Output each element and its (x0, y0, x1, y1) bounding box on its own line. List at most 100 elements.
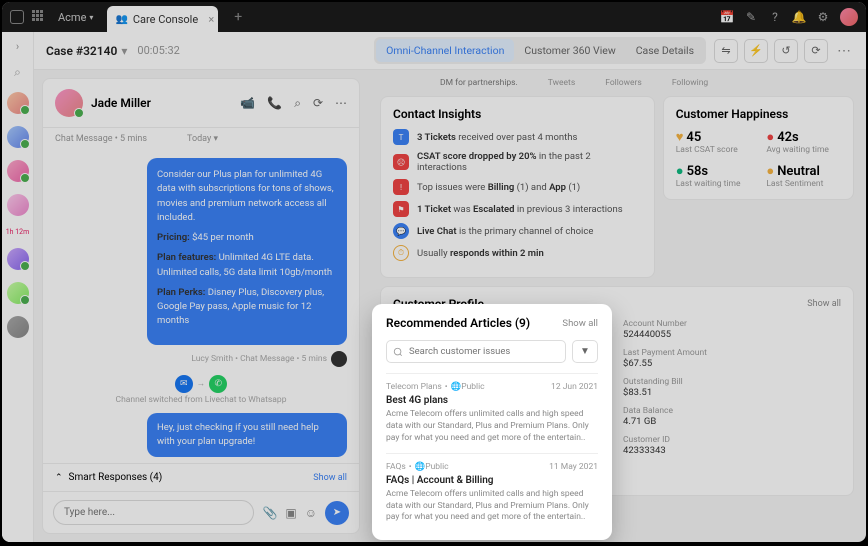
neutral-icon: ● (766, 163, 774, 179)
insight-channel: Live Chat is the primary channel of choi… (417, 226, 593, 237)
more-actions-icon[interactable]: ⋯ (834, 39, 854, 63)
article-icon[interactable]: ▣ (285, 506, 296, 520)
public-icon: 🌐 (451, 382, 462, 392)
expand-rail-icon[interactable]: › (16, 40, 19, 53)
issues-icon: ! (393, 179, 409, 195)
search-icon[interactable]: ⌕ (14, 65, 21, 80)
left-rail: › ⌕ 1h 12m (2, 32, 34, 542)
insight-issues: Top issues were Billing (1) and App (1) (417, 182, 580, 193)
rail-contact-7[interactable] (7, 316, 29, 338)
case-header: Case #32140 ▾ 00:05:32 Omni-Channel Inte… (34, 32, 866, 70)
new-tab-button[interactable]: + (234, 9, 242, 25)
case-timer: 00:05:32 (137, 44, 179, 57)
apps-grid-icon[interactable] (32, 10, 46, 24)
tab-people-icon: 👥 (115, 14, 127, 25)
emoji-icon[interactable]: ☺ (305, 506, 317, 520)
action-wand-icon[interactable]: ⚡ (744, 39, 768, 63)
agent-message-1: Consider our Plus plan for unlimited 4G … (147, 158, 347, 345)
attach-icon[interactable]: 📎 (262, 506, 277, 520)
recommended-articles-modal: Recommended Articles (9) Show all ▼ Tele… (372, 304, 612, 540)
modal-title: Recommended Articles (9) (386, 316, 530, 330)
tab-omni[interactable]: Omni-Channel Interaction (376, 39, 514, 62)
rail-contact-3[interactable] (7, 160, 29, 182)
app-launcher-icon[interactable] (10, 10, 24, 24)
action-transfer-icon[interactable]: ↺ (774, 39, 798, 63)
livechat-icon: 💬 (393, 223, 409, 239)
agent-avatar-small (331, 351, 347, 367)
hap-lastwait-label: Last waiting time (676, 179, 751, 189)
smart-responses-bar[interactable]: ⌃ Smart Responses (4) Show all (43, 463, 359, 491)
tab-details[interactable]: Case Details (626, 39, 704, 62)
chat-meta-type: Chat Message • 5 mins (55, 134, 147, 144)
chat-panel: Jade Miller 📹 📞 ⌕ ⟳ ⋯ Chat Message • 5 m… (42, 78, 360, 534)
rail-contact-4[interactable] (7, 194, 29, 216)
csat-drop-icon: ☹ (393, 154, 409, 170)
public-icon: 🌐 (415, 462, 426, 472)
contact-insights-panel: Contact Insights T3 Tickets received ove… (380, 96, 655, 278)
happiness-title: Customer Happiness (676, 107, 841, 121)
channel-switch-text: Channel switched from Livechat to Whatsa… (116, 395, 287, 405)
article-item-1[interactable]: Telecom Plans•🌐 Public12 Jun 2021 Best 4… (386, 373, 598, 453)
chevron-up-icon: ⌃ (55, 473, 63, 483)
profile-dm-note: DM for partnerships. (440, 78, 518, 88)
tab-label: Care Console (133, 13, 198, 26)
chat-refresh-icon[interactable]: ⟳ (313, 96, 323, 111)
clock-red-icon: ● (766, 129, 774, 145)
message-composer: 📎 ▣ ☺ ➤ (43, 491, 359, 533)
message-input[interactable] (53, 500, 254, 525)
stat-tweets: Tweets (548, 78, 575, 88)
clock-green-icon: ● (676, 163, 684, 179)
browser-tab[interactable]: 👥 Care Console × (107, 6, 218, 32)
happiness-panel: Customer Happiness ♥45Last CSAT score ●4… (663, 96, 854, 200)
customer-name: Jade Miller (91, 96, 151, 110)
close-icon[interactable]: × (208, 13, 214, 26)
hap-sentiment-label: Last Sentiment (766, 179, 841, 189)
agent-message-2: Hey, just checking if you still need hel… (147, 413, 347, 458)
insight-csat: CSAT score dropped by 20% in the past 2 … (417, 151, 642, 173)
stat-following: Following (672, 78, 708, 88)
rail-contact-1[interactable] (7, 92, 29, 114)
modal-show-all[interactable]: Show all (562, 318, 598, 329)
case-id: Case #32140 (46, 44, 117, 58)
rail-contact-6[interactable] (7, 282, 29, 304)
article-item-2[interactable]: FAQs•🌐 Public11 May 2021 FAQs | Account … (386, 453, 598, 533)
chat-search-icon[interactable]: ⌕ (294, 96, 301, 111)
whatsapp-icon: ✆ (209, 375, 227, 393)
video-icon[interactable]: 📹 (240, 96, 255, 111)
help-icon[interactable]: ? (768, 10, 782, 24)
insight-escalated: 1 Ticket was Escalated in previous 3 int… (417, 204, 623, 215)
action-assign-icon[interactable]: ⇋ (714, 39, 738, 63)
edit-icon[interactable]: ✎ (744, 10, 758, 24)
smart-show-all[interactable]: Show all (313, 473, 347, 483)
messenger-icon: ✉ (175, 375, 193, 393)
chat-more-icon[interactable]: ⋯ (335, 96, 347, 111)
stat-followers: Followers (605, 78, 642, 88)
top-bar: Acme ▾ 👥 Care Console × + 📅 ✎ ? 🔔 ⚙ (2, 2, 866, 32)
notifications-icon[interactable]: 🔔 (792, 10, 806, 24)
view-tabs: Omni-Channel Interaction Customer 360 Vi… (374, 37, 706, 64)
rail-contact-5[interactable] (7, 248, 29, 270)
response-icon: ⏱ (393, 245, 409, 261)
ticket-icon: T (393, 129, 409, 145)
rail-contact-2[interactable] (7, 126, 29, 148)
hap-csat-label: Last CSAT score (676, 145, 751, 155)
filter-icon[interactable]: ▼ (572, 340, 598, 363)
rail-time-label: 1h 12m (6, 228, 30, 236)
article-search-input[interactable] (386, 340, 566, 363)
customer-avatar[interactable] (55, 89, 83, 117)
insight-response: Usually responds within 2 min (417, 248, 544, 259)
workspace-switcher[interactable]: Acme ▾ (58, 11, 93, 24)
user-avatar[interactable] (840, 8, 858, 26)
hap-avgwait-label: Avg waiting time (766, 145, 841, 155)
profile-show-all[interactable]: Show all (807, 299, 841, 309)
insight-tickets: 3 Tickets received over past 4 months (417, 132, 577, 143)
calendar-icon[interactable]: 📅 (720, 10, 734, 24)
call-icon[interactable]: 📞 (267, 96, 282, 111)
chat-meta-today: Today ▾ (187, 134, 218, 144)
tab-360[interactable]: Customer 360 View (514, 39, 625, 62)
smart-responses-label: Smart Responses (4) (69, 472, 163, 483)
send-button[interactable]: ➤ (325, 501, 349, 525)
settings-icon[interactable]: ⚙ (816, 10, 830, 24)
chevron-down-icon[interactable]: ▾ (121, 44, 127, 58)
action-refresh-icon[interactable]: ⟳ (804, 39, 828, 63)
